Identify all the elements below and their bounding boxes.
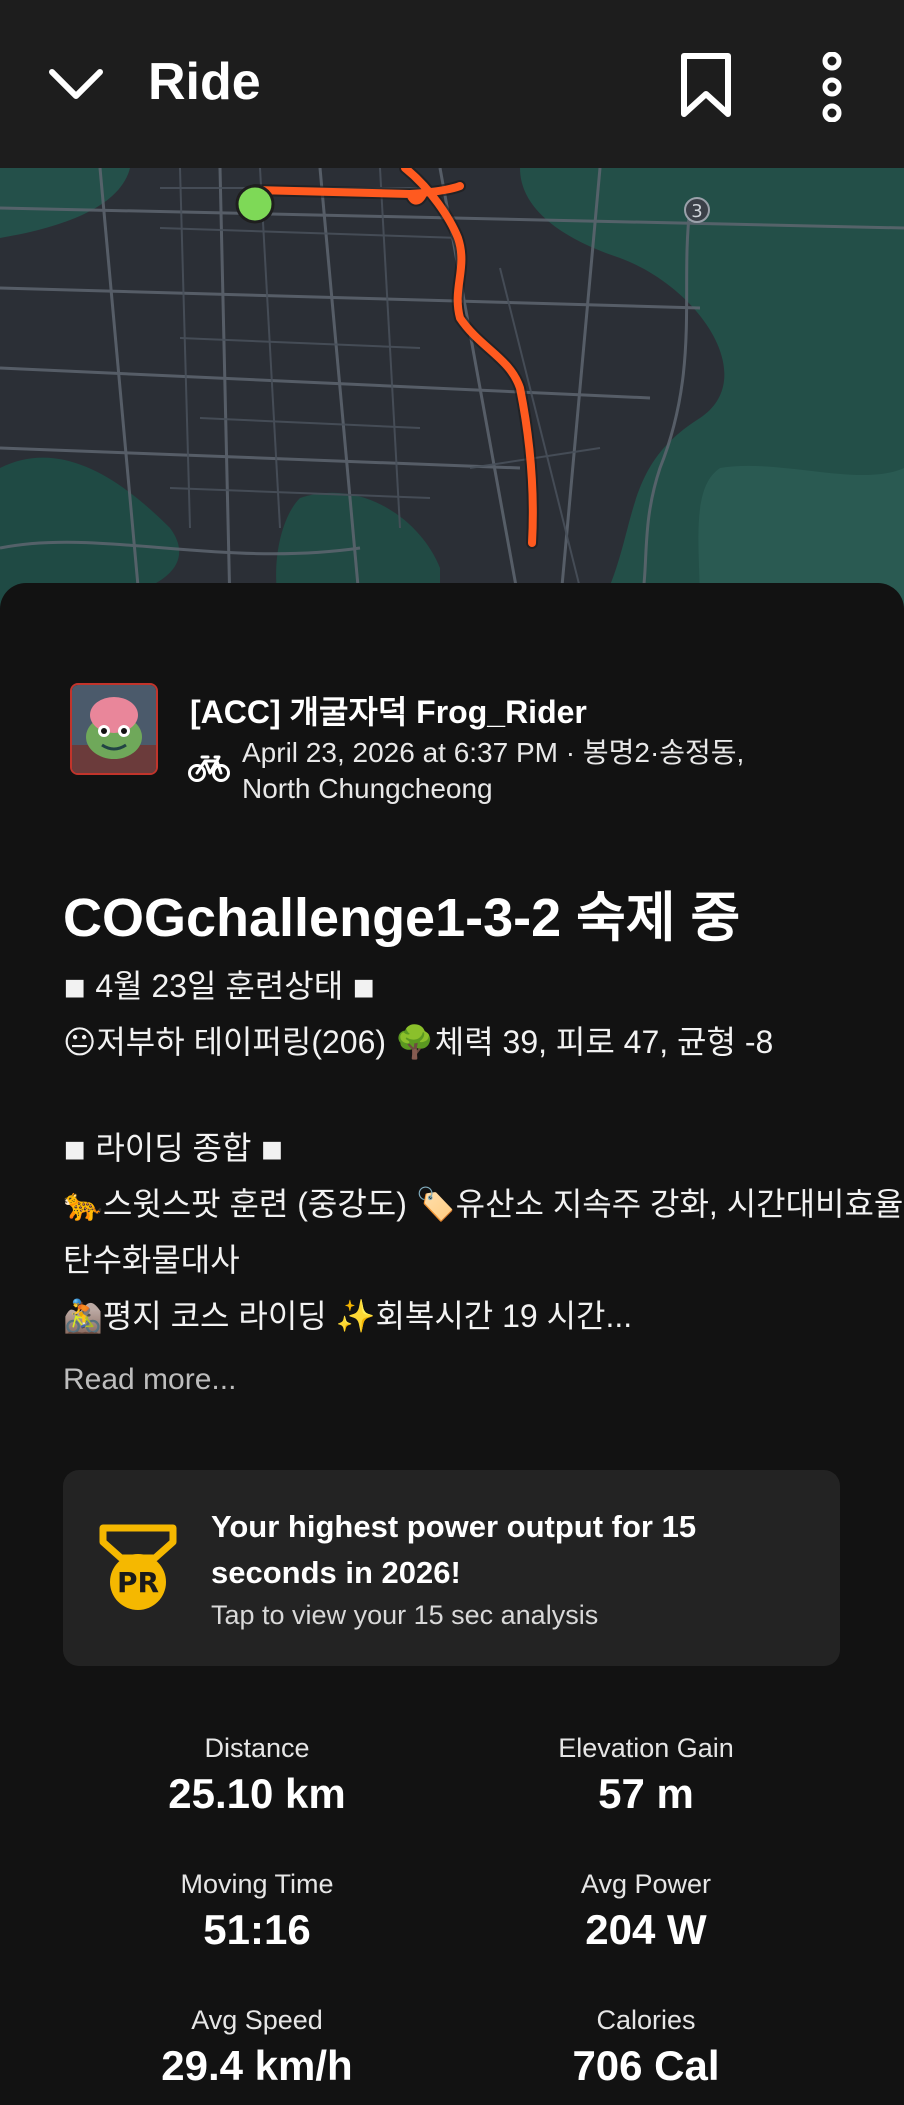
stat-elevation-gain: Elevation Gain 57 m	[456, 1733, 836, 1818]
stat-avg-power: Avg Power 204 W	[456, 1869, 836, 1954]
avatar[interactable]	[70, 683, 158, 775]
stat-value: 25.10 km	[168, 1770, 346, 1817]
stat-moving-time: Moving Time 51:16	[67, 1869, 447, 1954]
description-line	[63, 1070, 853, 1120]
description-line: 😐저부하 테이퍼링(206) 🌳체력 39, 피로 47, 균형 -8	[63, 1024, 774, 1060]
stat-label: Calories	[596, 2005, 696, 2035]
description-line: 🚵평지 코스 라이딩 ✨회복시간 19 시간...	[63, 1298, 633, 1334]
description-line: 🐆스윗스팟 훈련 (중강도) 🏷️유산소 지속주 강화, 시간대비효율,	[63, 1186, 904, 1222]
stat-value: 204 W	[585, 1906, 707, 1953]
description-line: 탄수화물대사	[63, 1242, 240, 1278]
start-marker	[235, 184, 275, 224]
top-bar: Ride	[0, 0, 904, 168]
page-title: Ride	[148, 53, 261, 111]
stat-label: Elevation Gain	[558, 1733, 734, 1763]
activity-description: ◾ 4월 23일 훈련상태 ◾ 😐저부하 테이퍼링(206) 🌳체력 39, 피…	[63, 958, 904, 1344]
pr-medal-icon: PR	[99, 1524, 177, 1610]
bookmark-icon[interactable]	[676, 52, 736, 118]
description-line: ◾ 라이딩 종합 ◾	[63, 1130, 284, 1166]
stat-value: 57 m	[598, 1770, 694, 1817]
chevron-down-icon[interactable]	[44, 58, 108, 108]
stat-label: Avg Power	[580, 1869, 712, 1899]
activity-sheet: [ACC] 개굴자덕 Frog_Rider April 23, 2026 at …	[0, 583, 904, 2105]
read-more-link[interactable]: Read more...	[63, 1363, 236, 1397]
stat-value: 51:16	[203, 1906, 311, 1953]
activity-title: COGchallenge1-3-2 숙제 중	[63, 888, 741, 948]
road-label: 3	[691, 201, 702, 222]
stat-calories: Calories 706 Cal	[456, 2005, 836, 2090]
pr-title: Your highest power output for 15 seconds…	[211, 1509, 697, 1590]
stat-label: Avg Speed	[191, 2005, 323, 2035]
stat-label: Moving Time	[180, 1869, 334, 1899]
pr-badge-text: PR	[117, 1566, 159, 1599]
stat-label: Distance	[204, 1733, 310, 1763]
description-line: ◾ 4월 23일 훈련상태 ◾	[63, 968, 376, 1004]
stat-value: 706 Cal	[572, 2042, 720, 2089]
pr-card[interactable]: PR Your highest power output for 15 seco…	[63, 1470, 840, 1666]
stat-value: 29.4 km/h	[161, 2042, 353, 2089]
stat-avg-speed: Avg Speed 29.4 km/h	[67, 2005, 447, 2090]
bike-icon	[188, 755, 230, 782]
athlete-name[interactable]: [ACC] 개굴자덕 Frog_Rider	[190, 687, 587, 733]
activity-date-location: April 23, 2026 at 6:37 PM · 봉명2·송정동, Nor…	[242, 737, 745, 804]
pr-subtitle: Tap to view your 15 sec analysis	[211, 1600, 599, 1630]
stat-distance: Distance 25.10 km	[67, 1733, 447, 1818]
more-vertical-icon[interactable]	[816, 52, 848, 122]
route-map[interactable]: 3	[0, 168, 904, 608]
